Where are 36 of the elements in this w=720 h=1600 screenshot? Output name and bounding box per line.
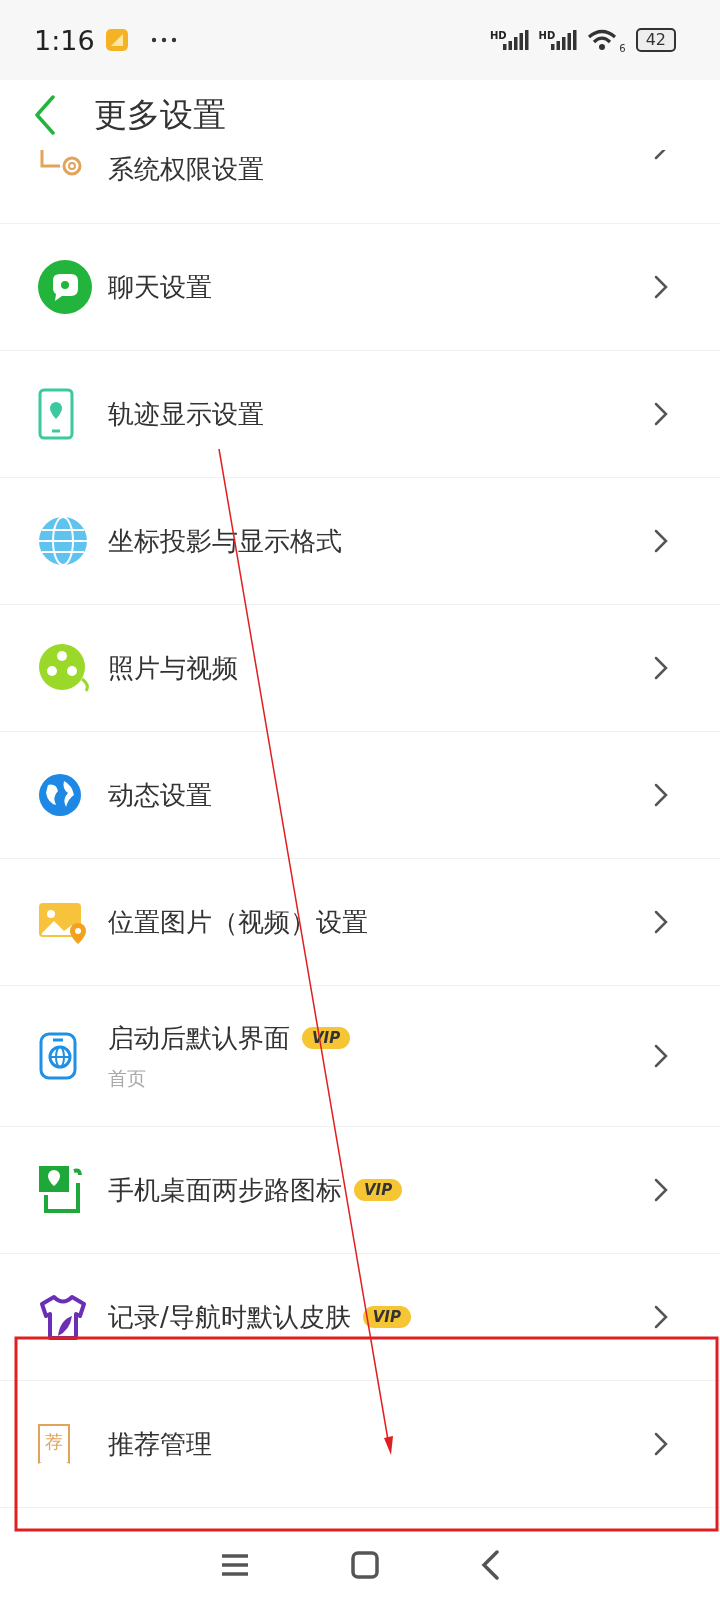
menu-icon[interactable]	[221, 1553, 249, 1577]
back-button[interactable]	[34, 95, 56, 135]
item-label: 系统权限设置	[108, 153, 264, 186]
page-title: 更多设置	[94, 93, 226, 136]
earth-icon	[38, 773, 82, 817]
battery-indicator: 42	[635, 28, 676, 52]
globe-icon	[38, 516, 88, 566]
network-label: HD	[489, 30, 507, 41]
notification-icon	[104, 28, 129, 52]
recommend-icon: 荐	[38, 1424, 70, 1464]
wifi-label: 6	[619, 43, 626, 54]
item-label: 记录/导航时默认皮肤	[108, 1300, 351, 1334]
item-label: 位置图片（视频）设置	[108, 905, 368, 939]
vip-badge: VIP	[354, 1179, 403, 1201]
item-label: 启动后默认界面	[108, 1021, 290, 1055]
home-icon[interactable]	[351, 1551, 379, 1579]
item-label: 推荐管理	[108, 1427, 212, 1461]
settings-item[interactable]: 系统权限设置	[0, 150, 720, 224]
chat-icon	[38, 260, 92, 314]
back-icon[interactable]	[481, 1550, 499, 1580]
item-label: 动态设置	[108, 778, 212, 812]
item-label: 照片与视频	[108, 651, 238, 685]
more-icon	[150, 37, 177, 43]
item-label: 轨迹显示设置	[108, 397, 264, 431]
phone-globe-icon	[38, 1031, 78, 1081]
item-label: 手机桌面两步路图标	[108, 1173, 342, 1207]
shirt-leaf-icon	[38, 1294, 88, 1340]
clock: 1:16	[34, 24, 95, 56]
wifi-icon	[587, 29, 618, 51]
vip-badge: VIP	[362, 1306, 411, 1328]
network-label: HD	[538, 30, 556, 41]
item-value: 首页	[108, 1065, 147, 1091]
map-pin-route-icon	[38, 1165, 84, 1215]
item-label: 聊天设置	[108, 270, 212, 304]
film-reel-icon	[38, 643, 92, 693]
phone-map-pin-icon	[38, 388, 74, 440]
